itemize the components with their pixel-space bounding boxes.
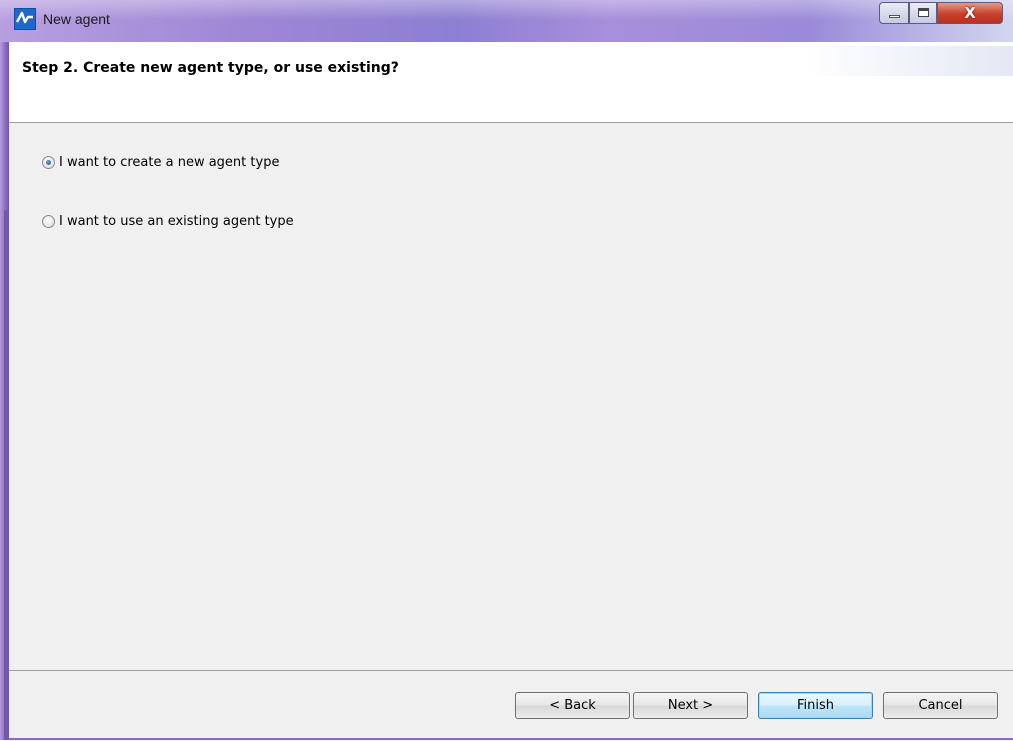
wizard-footer: < Back Next > Finish Cancel — [9, 670, 1013, 741]
maximize-button[interactable] — [909, 2, 937, 24]
wizard-header: Step 2. Create new agent type, or use ex… — [9, 42, 1013, 123]
minimize-icon — [889, 15, 900, 18]
minimize-button[interactable] — [879, 2, 909, 24]
radio-label: I want to create a new agent type — [59, 154, 280, 170]
new-agent-dialog: New agent X Step 2. Create new agent typ… — [0, 0, 1013, 741]
radio-label: I want to use an existing agent type — [59, 213, 294, 229]
window-frame-left — [0, 0, 9, 740]
finish-button[interactable]: Finish — [758, 692, 873, 719]
maximize-icon — [918, 8, 929, 17]
radio-option-use-existing[interactable]: I want to use an existing agent type — [42, 211, 294, 231]
close-icon: X — [964, 4, 976, 22]
page-title: Step 2. Create new agent type, or use ex… — [22, 60, 399, 76]
title-bar[interactable]: New agent X — [0, 0, 1013, 42]
radio-button-unselected[interactable] — [42, 214, 55, 228]
next-button[interactable]: Next > — [633, 692, 748, 719]
back-button[interactable]: < Back — [515, 692, 630, 719]
caption-buttons: X — [879, 2, 1007, 24]
radio-option-create-new[interactable]: I want to create a new agent type — [42, 152, 279, 172]
window-title: New agent — [43, 11, 110, 27]
radio-button-selected[interactable] — [42, 155, 55, 169]
app-logo-icon — [14, 8, 36, 30]
cancel-button[interactable]: Cancel — [883, 692, 998, 719]
wizard-content: I want to create a new agent type I want… — [9, 123, 1013, 670]
close-button[interactable]: X — [937, 2, 1003, 24]
